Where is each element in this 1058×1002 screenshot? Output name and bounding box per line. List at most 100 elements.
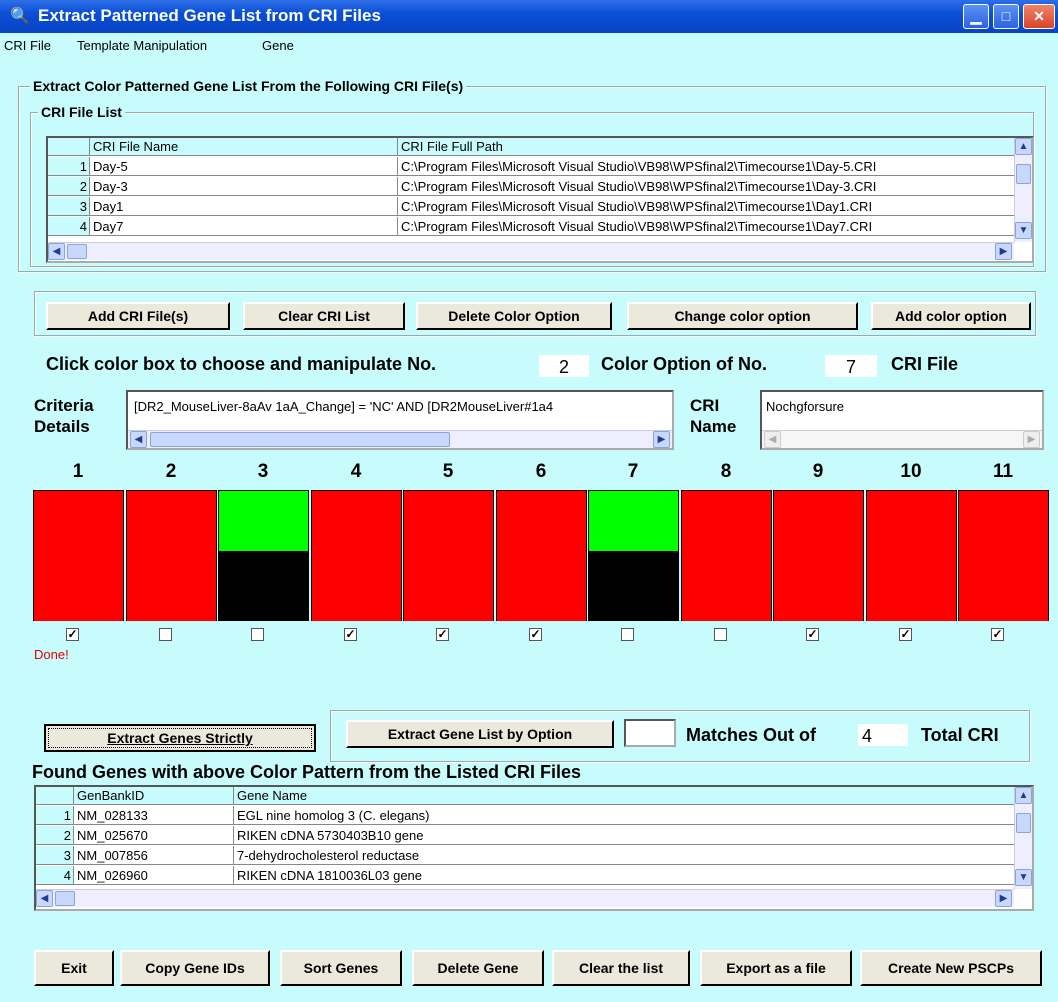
column-checkbox[interactable]: ✓ [66, 628, 79, 641]
scroll-left-icon[interactable]: ◀ [48, 243, 65, 260]
color-box-bottom[interactable] [34, 551, 123, 621]
cri-file-path-cell[interactable]: C:\Program Files\Microsoft Visual Studio… [398, 217, 1018, 236]
column-checkbox[interactable]: ✓ [991, 628, 1004, 641]
genes-grid-vscroll[interactable]: ▲ ▼ [1014, 787, 1032, 889]
column-checkbox[interactable]: ✓ [436, 628, 449, 641]
menu-cri-file[interactable]: CRI File [4, 38, 51, 53]
genbank-id-cell[interactable]: NM_007856 [74, 846, 234, 865]
genbank-id-cell[interactable]: NM_028133 [74, 806, 234, 825]
minimize-button[interactable]: ▁ [963, 4, 989, 29]
gene-name-cell[interactable]: 7-dehydrocholesterol reductase [234, 846, 1018, 865]
color-box-top[interactable] [959, 491, 1048, 551]
color-box[interactable] [588, 490, 679, 621]
row-number[interactable]: 2 [36, 826, 74, 845]
copy-gene-ids-button[interactable]: Copy Gene IDs [120, 950, 270, 986]
scroll-up-icon[interactable]: ▲ [1015, 787, 1032, 804]
color-box-top[interactable] [589, 491, 678, 551]
row-number[interactable]: 3 [48, 197, 90, 216]
scroll-thumb[interactable] [1016, 813, 1031, 833]
color-box-bottom[interactable] [127, 551, 216, 621]
color-box[interactable] [958, 490, 1049, 621]
sort-genes-button[interactable]: Sort Genes [280, 950, 402, 986]
clear-cri-list-button[interactable]: Clear CRI List [243, 302, 405, 330]
criteria-details-field[interactable]: [DR2_MouseLiver-8aAv 1aA_Change] = 'NC' … [126, 390, 674, 450]
genes-grid-hscroll[interactable]: ◀ ▶ [36, 889, 1014, 907]
row-number[interactable]: 4 [48, 217, 90, 236]
scroll-thumb[interactable] [1016, 164, 1031, 184]
menu-gene[interactable]: Gene [262, 38, 294, 53]
color-box-bottom[interactable] [404, 551, 493, 621]
color-box-bottom[interactable] [682, 551, 771, 621]
cri-file-name-cell[interactable]: Day-5 [90, 157, 398, 176]
scroll-right-icon[interactable]: ▶ [653, 431, 670, 448]
cri-file-path-cell[interactable]: C:\Program Files\Microsoft Visual Studio… [398, 177, 1018, 196]
cri-file-name-cell[interactable]: Day1 [90, 197, 398, 216]
color-box-top[interactable] [312, 491, 401, 551]
cri-name-hscroll[interactable]: ◀ ▶ [762, 430, 1042, 448]
scroll-right-icon[interactable]: ▶ [995, 243, 1012, 260]
color-box-top[interactable] [682, 491, 771, 551]
menu-template-manipulation[interactable]: Template Manipulation [77, 38, 207, 53]
col-header-genbank-id[interactable]: GenBankID [74, 787, 234, 805]
scroll-right-icon[interactable]: ▶ [1023, 431, 1040, 448]
color-box-top[interactable] [34, 491, 123, 551]
color-box-bottom[interactable] [497, 551, 586, 621]
cri-grid-hscroll[interactable]: ◀ ▶ [48, 242, 1014, 260]
total-cri-field[interactable]: 4 [858, 724, 908, 746]
title-bar[interactable]: 🔍 Extract Patterned Gene List from CRI F… [0, 0, 1058, 33]
column-checkbox[interactable]: ✓ [806, 628, 819, 641]
column-checkbox[interactable]: ✓ [529, 628, 542, 641]
color-box[interactable] [773, 490, 864, 621]
file-no-field[interactable]: 7 [825, 355, 877, 377]
scroll-thumb[interactable] [55, 891, 75, 906]
column-checkbox[interactable]: ✓ [899, 628, 912, 641]
scroll-thumb[interactable] [150, 432, 450, 447]
cri-grid-vscroll[interactable]: ▲ ▼ [1014, 138, 1032, 242]
cri-name-field[interactable]: Nochgforsure ◀ ▶ [760, 390, 1044, 450]
export-as-file-button[interactable]: Export as a file [700, 950, 852, 986]
color-box-bottom[interactable] [589, 551, 678, 621]
color-box[interactable] [218, 490, 309, 621]
clear-list-button[interactable]: Clear the list [552, 950, 690, 986]
extract-genes-strictly-button[interactable]: Extract Genes Strictly [44, 724, 316, 752]
row-number[interactable]: 1 [48, 157, 90, 176]
genbank-id-cell[interactable]: NM_026960 [74, 866, 234, 885]
cri-file-name-cell[interactable]: Day-3 [90, 177, 398, 196]
color-box-bottom[interactable] [867, 551, 956, 621]
criteria-hscroll[interactable]: ◀ ▶ [128, 430, 672, 448]
gene-name-cell[interactable]: RIKEN cDNA 5730403B10 gene [234, 826, 1018, 845]
matches-field[interactable] [624, 719, 676, 747]
close-button[interactable]: ✕ [1023, 4, 1055, 29]
maximize-button[interactable]: □ [993, 4, 1019, 29]
color-box[interactable] [126, 490, 217, 621]
column-checkbox[interactable] [251, 628, 264, 641]
color-box-top[interactable] [404, 491, 493, 551]
found-genes-grid[interactable]: GenBankID Gene Name 1 NM_028133 EGL nine h… [34, 785, 1034, 911]
scroll-right-icon[interactable]: ▶ [995, 890, 1012, 907]
color-box-top[interactable] [867, 491, 956, 551]
col-header-gene-name[interactable]: Gene Name [234, 787, 1018, 805]
column-checkbox[interactable] [159, 628, 172, 641]
genbank-id-cell[interactable]: NM_025670 [74, 826, 234, 845]
color-box-bottom[interactable] [959, 551, 1048, 621]
option-no-field[interactable]: 2 [539, 355, 589, 377]
column-checkbox[interactable]: ✓ [344, 628, 357, 641]
row-number[interactable]: 4 [36, 866, 74, 885]
scroll-down-icon[interactable]: ▼ [1015, 222, 1032, 239]
add-color-option-button[interactable]: Add color option [871, 302, 1031, 330]
scroll-thumb[interactable] [67, 244, 87, 259]
scroll-left-icon[interactable]: ◀ [764, 431, 781, 448]
color-box-top[interactable] [127, 491, 216, 551]
gene-name-cell[interactable]: RIKEN cDNA 1810036L03 gene [234, 866, 1018, 885]
delete-gene-button[interactable]: Delete Gene [412, 950, 544, 986]
cri-file-path-cell[interactable]: C:\Program Files\Microsoft Visual Studio… [398, 157, 1018, 176]
row-number[interactable]: 2 [48, 177, 90, 196]
color-box[interactable] [33, 490, 124, 621]
color-box-bottom[interactable] [312, 551, 401, 621]
color-box-top[interactable] [497, 491, 586, 551]
change-color-option-button[interactable]: Change color option [627, 302, 858, 330]
add-cri-files-button[interactable]: Add CRI File(s) [46, 302, 230, 330]
color-box[interactable] [866, 490, 957, 621]
delete-color-option-button[interactable]: Delete Color Option [416, 302, 612, 330]
color-box-top[interactable] [774, 491, 863, 551]
